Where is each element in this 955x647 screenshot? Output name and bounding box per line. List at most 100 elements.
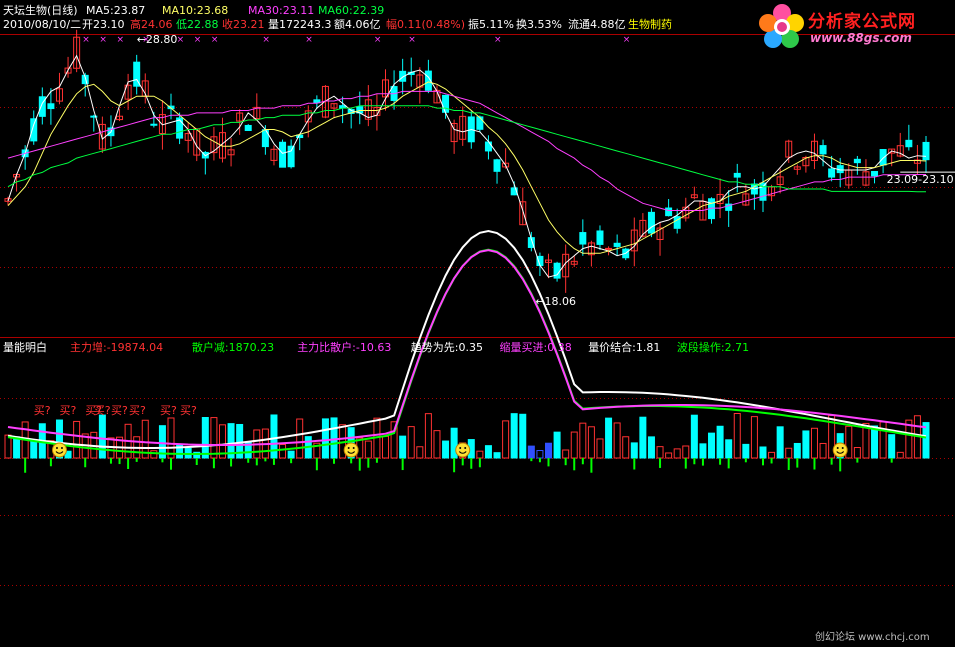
volume-bar [896, 451, 904, 459]
candle-down [244, 124, 252, 131]
chart-canvas[interactable]: × × × × × × × × × × × × ×←28.80←18.0623.09-23.10买? 买?… [0, 0, 955, 647]
high-label: 高24.06 [130, 18, 173, 31]
volume-bar [484, 445, 492, 459]
flower-logo-icon [759, 4, 804, 48]
smiley-eye [836, 447, 839, 449]
event-marker: × [117, 35, 125, 45]
buy-signal-label: 买? [94, 404, 111, 417]
amplitude-label: 振5.11% [468, 18, 514, 31]
volume-bar [30, 440, 38, 459]
volume-bar [296, 418, 304, 459]
volume-bar [768, 451, 776, 459]
volume-bar [150, 450, 158, 459]
volume-bar [407, 426, 415, 459]
volume-bar [519, 413, 527, 459]
volume-bar [785, 447, 793, 459]
high-annotation: ←28.80 [137, 33, 178, 46]
smiley-icon [455, 442, 471, 458]
smiley-face [832, 442, 848, 458]
candle-down [596, 230, 604, 245]
volume-bar [442, 440, 450, 459]
smiley-eye [352, 447, 355, 449]
candle-down [476, 116, 484, 130]
volume-bar [596, 438, 604, 459]
last-price-annotation: 23.09-23.10 [887, 173, 954, 186]
legend-item: 主力增:-19874.04 [70, 341, 164, 354]
ma60-label: MA60:22.39 [318, 4, 385, 17]
smiley-eye [841, 447, 844, 449]
volume-bar [416, 446, 424, 459]
candle-down [296, 134, 304, 139]
volume-bar [742, 443, 750, 459]
volume-bar [570, 431, 578, 459]
amount-label: 额4.06亿 [334, 18, 381, 31]
volume-bar [776, 426, 784, 459]
volume-bar [433, 430, 441, 459]
open-label: 开23.10 [82, 18, 125, 31]
smiley-icon [51, 442, 67, 458]
candle-down [665, 207, 673, 217]
candle-down [287, 145, 295, 168]
event-marker: × [82, 35, 90, 45]
event-marker: × [408, 35, 416, 45]
volume-bar [579, 422, 587, 459]
event-marker: × [99, 35, 107, 45]
volume-bar [210, 417, 218, 459]
smiley-eye [55, 447, 58, 449]
volume-bar [819, 442, 827, 459]
volume-bar [793, 442, 801, 459]
volume-bar [639, 416, 647, 459]
smiley-face [343, 442, 359, 458]
logo-url: www.88gs.com [810, 31, 912, 45]
logo-name: 分析家公式网 [808, 12, 916, 32]
volume-bar [553, 431, 561, 459]
volume-bar [647, 436, 655, 459]
smiley-icon [343, 442, 359, 458]
volume-bar [750, 416, 758, 459]
ma5-label: MA5:23.87 [86, 4, 146, 17]
volume-bar [888, 434, 896, 459]
event-marker: × [305, 35, 313, 45]
volume-bar [476, 450, 484, 459]
volume-bar [622, 436, 630, 459]
volume-bar [699, 443, 707, 459]
watermark: 创幻论坛 www.chcj.com [815, 632, 930, 643]
smiley-eye [464, 447, 467, 449]
volume-bar [673, 448, 681, 459]
event-marker: × [623, 35, 631, 45]
ma30-label: MA30:23.11 [248, 4, 315, 17]
candle-down [853, 158, 861, 164]
ma10-label: MA10:23.68 [162, 4, 229, 17]
buy-signal-label: 买? [111, 404, 128, 417]
volume-bar [321, 418, 329, 459]
turnover-label: 换3.53% [516, 18, 562, 31]
float-label: 流通4.88亿 [568, 18, 626, 31]
volume-bar [424, 413, 432, 459]
candle-down [922, 141, 930, 161]
volume-bar [733, 413, 741, 459]
volume-bar [630, 442, 638, 459]
volume-bar [399, 435, 407, 459]
volume-bar [330, 417, 338, 459]
candle-up [605, 247, 613, 250]
volume-bar [527, 445, 535, 459]
candle-down [493, 159, 501, 172]
event-marker: × [374, 35, 382, 45]
volume-bar [853, 447, 861, 459]
volume-bar [725, 439, 733, 459]
date-label: 2010/08/10/二 [3, 18, 82, 31]
candle-down [733, 172, 741, 178]
legend-item: 趋势为先:0.35 [410, 341, 483, 354]
candle-down [647, 211, 655, 234]
volume-bar [665, 452, 673, 459]
volume-bar [879, 421, 887, 459]
legend-item: 波段操作:2.71 [676, 341, 750, 354]
event-marker: × [211, 35, 219, 45]
volume-bar [536, 450, 544, 459]
volume-bar [13, 436, 21, 459]
legend-item: 量价结合:1.81 [588, 341, 661, 354]
volume-bar [73, 420, 81, 459]
volume-bar [502, 420, 510, 459]
candle-down [47, 103, 55, 110]
volume-bar [802, 430, 810, 459]
